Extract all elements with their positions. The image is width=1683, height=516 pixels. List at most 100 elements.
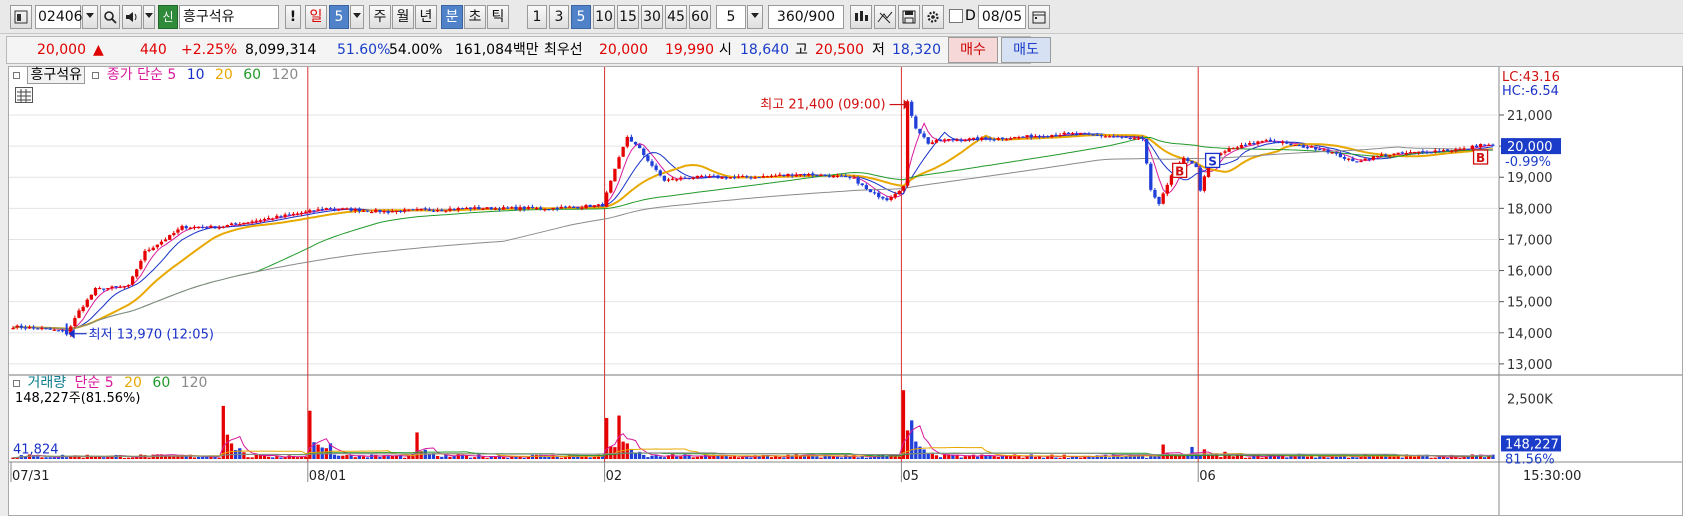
stock-name-field[interactable]: 흥구석유 (179, 5, 279, 29)
volume-bar (365, 457, 370, 459)
period-minute-button[interactable]: 분 (441, 5, 463, 29)
candle-body (699, 175, 704, 178)
y-tick-label: 18,000 (1507, 202, 1553, 217)
candle-body (757, 176, 761, 179)
candle-body (559, 206, 563, 209)
volume-bar (1008, 456, 1013, 459)
volume-legend-name[interactable]: 거래량 (27, 375, 66, 391)
period-second-button[interactable]: 초 (464, 5, 486, 29)
minute-3-button[interactable]: 3 (549, 5, 569, 29)
buy-marker: B (1175, 164, 1184, 178)
interval-input[interactable]: 5 (716, 5, 746, 29)
period-dropdown-icon[interactable] (350, 5, 364, 29)
period-month-button[interactable]: 월 (392, 5, 414, 29)
candle-body (1487, 144, 1491, 146)
speaker-icon[interactable] (122, 5, 142, 29)
candle-body (477, 207, 481, 210)
search-icon[interactable] (100, 5, 120, 29)
bar-count-current[interactable]: 360 (777, 9, 804, 25)
volume-bar (1243, 457, 1248, 459)
candle-body (765, 176, 770, 178)
candle-body (1021, 136, 1025, 138)
candle-body (1429, 152, 1433, 154)
minute-30-button[interactable]: 30 (641, 5, 663, 29)
minute-45-button[interactable]: 45 (665, 5, 687, 29)
speaker-dropdown-icon[interactable] (143, 5, 155, 29)
chart-area[interactable]: 13,000 14,000 15,000 16,000 17,000 18,000 19,0… (8, 66, 1683, 516)
change-rate: +2.25% (181, 42, 238, 58)
candle-body (213, 226, 217, 229)
volume-bar (308, 410, 312, 459)
volume-legend-ma-label: 단순 (74, 375, 101, 391)
volume-bar (1326, 457, 1330, 459)
grid-table-icon[interactable] (15, 87, 33, 103)
candle-body (452, 209, 456, 211)
candle-body (530, 206, 535, 209)
d-checkbox[interactable] (949, 9, 963, 23)
interval-dropdown-icon[interactable] (747, 5, 763, 29)
candle-body (110, 286, 114, 289)
period-week-button[interactable]: 주 (369, 5, 391, 29)
volume-bar (1433, 457, 1437, 459)
candle-body (1033, 136, 1038, 138)
volume-bar (605, 417, 609, 459)
save-icon[interactable] (898, 5, 920, 29)
window-menu-icon[interactable] (10, 5, 32, 29)
period-count-button[interactable]: 5 (329, 5, 349, 29)
volume-legend-ma5: 5 (104, 375, 114, 391)
candle-body (1058, 134, 1062, 137)
price-volume-chart[interactable]: 13,000 14,000 15,000 16,000 17,000 18,000 19,0… (9, 67, 1682, 515)
candle-body (864, 185, 869, 189)
info-icon[interactable]: ! (285, 5, 301, 29)
sell-button[interactable]: 매도 (1001, 37, 1051, 63)
candle-body (320, 209, 324, 211)
volume-collapse-icon[interactable] (13, 380, 20, 387)
minute-5-button[interactable]: 5 (571, 5, 591, 29)
chart-type-icon[interactable] (850, 5, 872, 29)
bar-count-field[interactable]: 360/900 (768, 5, 844, 29)
candle-body (555, 207, 559, 210)
minute-1-button[interactable]: 1 (527, 5, 547, 29)
legend-toggle-icon[interactable] (92, 72, 100, 79)
volume-bar (1437, 456, 1441, 459)
legend-stock-name[interactable]: 흥구석유 (27, 66, 85, 84)
minute-10-button[interactable]: 10 (593, 5, 615, 29)
volume-bar (1351, 456, 1355, 459)
collapse-icon[interactable] (13, 72, 20, 79)
erase-line-icon[interactable] (874, 5, 896, 29)
code-dropdown-icon[interactable] (82, 5, 98, 29)
candle-body (60, 330, 65, 332)
minute-60-button[interactable]: 60 (689, 5, 711, 29)
candle-body (427, 209, 432, 211)
candle-body (390, 211, 394, 213)
candle-body (1458, 149, 1462, 151)
candle-body (769, 175, 774, 178)
date-input[interactable]: 08/05 (978, 5, 1026, 29)
volume-bar (85, 454, 89, 459)
volume-tick-label: 2,500K (1507, 393, 1553, 408)
volume-bar (926, 453, 930, 459)
period-tick-button[interactable]: 틱 (487, 5, 509, 29)
volume-bar (534, 454, 539, 459)
candle-body (930, 142, 934, 145)
legend-ma5: 5 (167, 67, 177, 83)
candle-body (666, 179, 671, 181)
buy-button[interactable]: 매수 (948, 37, 998, 63)
minute-15-button[interactable]: 15 (617, 5, 639, 29)
candle-body (275, 215, 279, 218)
candle-body (910, 101, 914, 116)
calendar-icon[interactable] (1028, 5, 1050, 29)
stock-code-input[interactable]: 024060 (35, 5, 91, 29)
volume-bar (93, 456, 98, 459)
volume-ratio-1: 51.60% (337, 42, 391, 58)
candle-body (633, 141, 638, 145)
volume-bar (625, 443, 629, 459)
candle-body (650, 161, 654, 166)
candle-body (114, 286, 118, 288)
period-day-button[interactable]: 일 (305, 5, 327, 29)
volume-bar (378, 456, 382, 459)
volume-bar (221, 405, 225, 459)
gear-icon[interactable] (922, 5, 944, 29)
period-year-button[interactable]: 년 (415, 5, 437, 29)
candle-body (732, 176, 737, 179)
